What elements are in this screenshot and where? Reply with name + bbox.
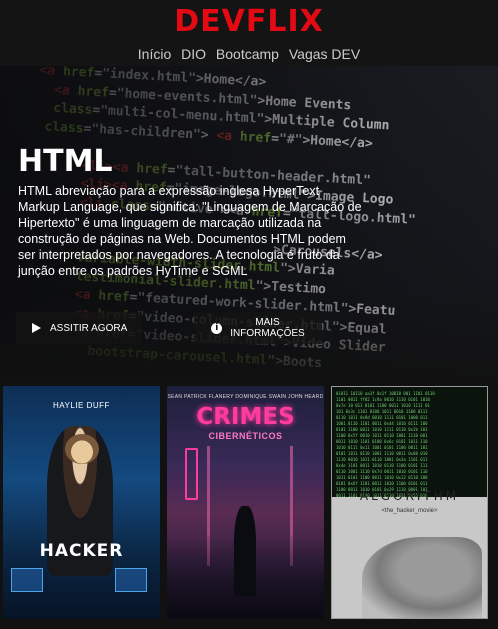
hero-title: HTML xyxy=(18,144,113,179)
devflix-logo[interactable]: DEVFLIX xyxy=(0,4,498,39)
watch-now-button[interactable]: ASSITIR AGORA xyxy=(16,312,142,344)
more-info-button[interactable]: i MAIS INFORMAÇÕES xyxy=(194,312,322,344)
poster-hacker-title: HACKER xyxy=(39,541,124,561)
poster-hacker-screen xyxy=(115,568,147,592)
play-icon xyxy=(32,323,41,333)
watch-now-label: ASSITIR AGORA xyxy=(50,322,128,334)
nav-item-bootcamp[interactable]: Bootcamp xyxy=(216,46,279,62)
nav-item-vagas-dev[interactable]: Vagas DEV xyxy=(289,46,360,62)
poster-crimes-subtitle: CIBERNÉTICOS xyxy=(208,431,283,441)
poster-hacker[interactable]: HAYLIE DUFF HACKER xyxy=(3,386,160,619)
poster-crimes-figure xyxy=(234,506,256,596)
hero-description: HTML abreviação para a expressão inglesa… xyxy=(18,184,362,278)
nav-item-dio[interactable]: DIO xyxy=(181,46,206,62)
movie-row: HAYLIE DUFF HACKER SEAN PATRICK FLANERY … xyxy=(0,380,498,629)
poster-algorithm-title: ALGORITHM xyxy=(359,489,460,503)
poster-algorithm[interactable]: 01011 10110 aa3f 0x1f 10010 001 1101 011… xyxy=(331,386,488,619)
top-bar: DEVFLIX Início DIO Bootcamp Vagas DEV xyxy=(0,0,498,66)
more-info-label: MAIS INFORMAÇÕES xyxy=(230,317,304,339)
poster-crimes-credits: SEAN PATRICK FLANERY DOMINIQUE SWAIN JOH… xyxy=(167,394,324,400)
info-icon: i xyxy=(211,322,223,334)
poster-crimes-neon-sign xyxy=(185,448,198,500)
poster-hacker-actor: HAYLIE DUFF xyxy=(53,401,110,410)
nav-item-inicio[interactable]: Início xyxy=(138,46,171,62)
poster-algorithm-hand xyxy=(362,537,482,618)
poster-crimes-ciberneticos[interactable]: SEAN PATRICK FLANERY DOMINIQUE SWAIN JOH… xyxy=(167,386,324,619)
more-info-label-line1: MAIS xyxy=(255,317,280,328)
poster-algorithm-code: 01011 10110 aa3f 0x1f 10010 001 1101 011… xyxy=(332,387,487,497)
main-nav: Início DIO Bootcamp Vagas DEV xyxy=(0,46,498,62)
more-info-label-line2: INFORMAÇÕES xyxy=(230,328,305,339)
hero-banner: <a href="index.html">Home</a> <a href="h… xyxy=(0,66,498,380)
poster-crimes-title: CRIMES xyxy=(196,404,295,430)
poster-algorithm-subtitle: <the_hacker_movie> xyxy=(381,508,438,514)
poster-hacker-face xyxy=(65,434,99,464)
poster-hacker-screen xyxy=(11,568,43,592)
